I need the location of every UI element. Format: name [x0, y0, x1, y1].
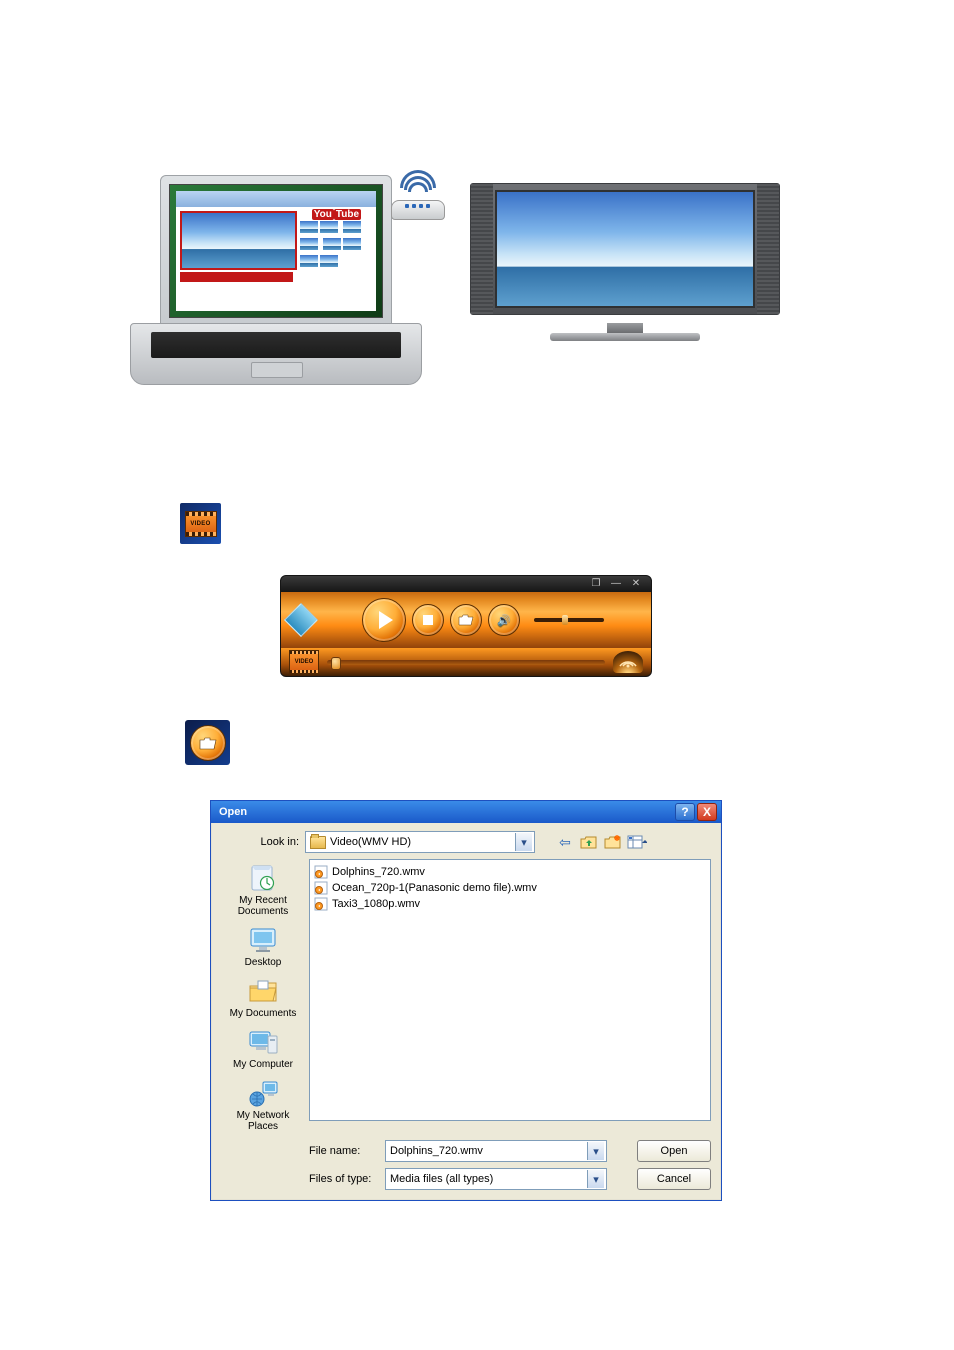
- laptop-icon: YouTube: [130, 175, 420, 385]
- file-name-field[interactable]: Dolphins_720.wmv ▾: [385, 1140, 607, 1162]
- mute-button[interactable]: 🔊: [488, 604, 520, 636]
- media-player: ❐ — ✕ 🔊 VIDEO: [280, 575, 652, 677]
- seek-bar[interactable]: [327, 660, 605, 665]
- my-network-icon: [246, 1078, 280, 1108]
- list-item[interactable]: Ocean_720p-1(Panasonic demo file).wmv: [314, 880, 706, 896]
- restore-icon[interactable]: ❐: [589, 579, 603, 589]
- chevron-down-icon[interactable]: ▾: [515, 833, 532, 851]
- hero-diagram: YouTube: [130, 155, 780, 390]
- speaker-icon: 🔊: [497, 614, 511, 627]
- video-mode-icon: VIDEO: [180, 503, 221, 544]
- wmv-file-icon: [314, 881, 328, 895]
- up-one-level-button[interactable]: [579, 832, 599, 852]
- file-listing[interactable]: Dolphins_720.wmv Ocean_720p-1(Panasonic …: [309, 859, 711, 1121]
- chevron-down-icon[interactable]: ▾: [587, 1170, 604, 1188]
- folder-new-icon: [604, 834, 622, 850]
- stop-icon: [423, 615, 433, 625]
- youtube-logo: YouTube: [299, 209, 374, 220]
- file-name-label: File name:: [309, 1145, 379, 1157]
- my-documents-icon: [246, 976, 280, 1006]
- place-desktop[interactable]: Desktop: [222, 923, 304, 970]
- place-network[interactable]: My Network Places: [222, 1076, 304, 1134]
- list-item[interactable]: Dolphins_720.wmv: [314, 864, 706, 880]
- video-mode-indicator: VIDEO: [289, 650, 319, 674]
- look-in-combo[interactable]: Video(WMV HD) ▾: [305, 831, 535, 853]
- files-of-type-label: Files of type:: [309, 1173, 379, 1185]
- folder-open-icon: [199, 736, 217, 750]
- minimize-icon[interactable]: —: [609, 579, 623, 589]
- place-recent[interactable]: My Recent Documents: [222, 861, 304, 919]
- stop-button[interactable]: [412, 604, 444, 636]
- folder-open-icon: [458, 614, 474, 626]
- views-button[interactable]: [627, 832, 647, 852]
- player-titlebar: ❐ — ✕: [281, 576, 651, 592]
- wmv-file-icon: [314, 897, 328, 911]
- place-mydocs[interactable]: My Documents: [222, 974, 304, 1021]
- open-dialog: Open ? X Look in: Video(WMV HD) ▾ ⇦: [210, 800, 722, 1201]
- back-arrow-icon: ⇦: [559, 834, 571, 851]
- back-button[interactable]: ⇦: [555, 832, 575, 852]
- views-icon: [627, 834, 647, 850]
- desktop-icon: [246, 925, 280, 955]
- dialog-title: Open: [215, 806, 247, 818]
- my-computer-icon: [246, 1027, 280, 1057]
- list-item[interactable]: Taxi3_1080p.wmv: [314, 896, 706, 912]
- wifi-router-icon: [385, 170, 450, 220]
- help-button[interactable]: ?: [675, 803, 695, 821]
- cancel-button[interactable]: Cancel: [637, 1168, 711, 1190]
- open-file-shortcut: [185, 720, 230, 765]
- new-folder-button[interactable]: [603, 832, 623, 852]
- look-in-value: Video(WMV HD): [330, 836, 511, 848]
- open-file-button[interactable]: [450, 604, 482, 636]
- open-button[interactable]: Open: [637, 1140, 711, 1162]
- look-in-label: Look in:: [221, 836, 299, 848]
- close-button[interactable]: X: [697, 803, 717, 821]
- folder-up-icon: [580, 834, 598, 850]
- places-bar: My Recent Documents Desktop My Documents…: [221, 859, 305, 1134]
- chevron-down-icon[interactable]: ▾: [587, 1142, 604, 1160]
- recent-docs-icon: [246, 863, 280, 893]
- tv-icon: [470, 183, 780, 343]
- folder-icon: [310, 836, 326, 849]
- open-file-button-2[interactable]: [190, 725, 226, 761]
- play-button[interactable]: [362, 598, 406, 642]
- volume-slider[interactable]: [534, 618, 604, 622]
- app-logo-icon: [284, 603, 318, 637]
- wmv-file-icon: [314, 865, 328, 879]
- wifi-indicator-icon: [613, 651, 643, 673]
- files-of-type-combo[interactable]: Media files (all types) ▾: [385, 1168, 607, 1190]
- close-icon[interactable]: ✕: [629, 579, 643, 589]
- place-mycomputer[interactable]: My Computer: [222, 1025, 304, 1072]
- dialog-titlebar: Open ? X: [211, 801, 721, 823]
- play-icon: [379, 611, 393, 629]
